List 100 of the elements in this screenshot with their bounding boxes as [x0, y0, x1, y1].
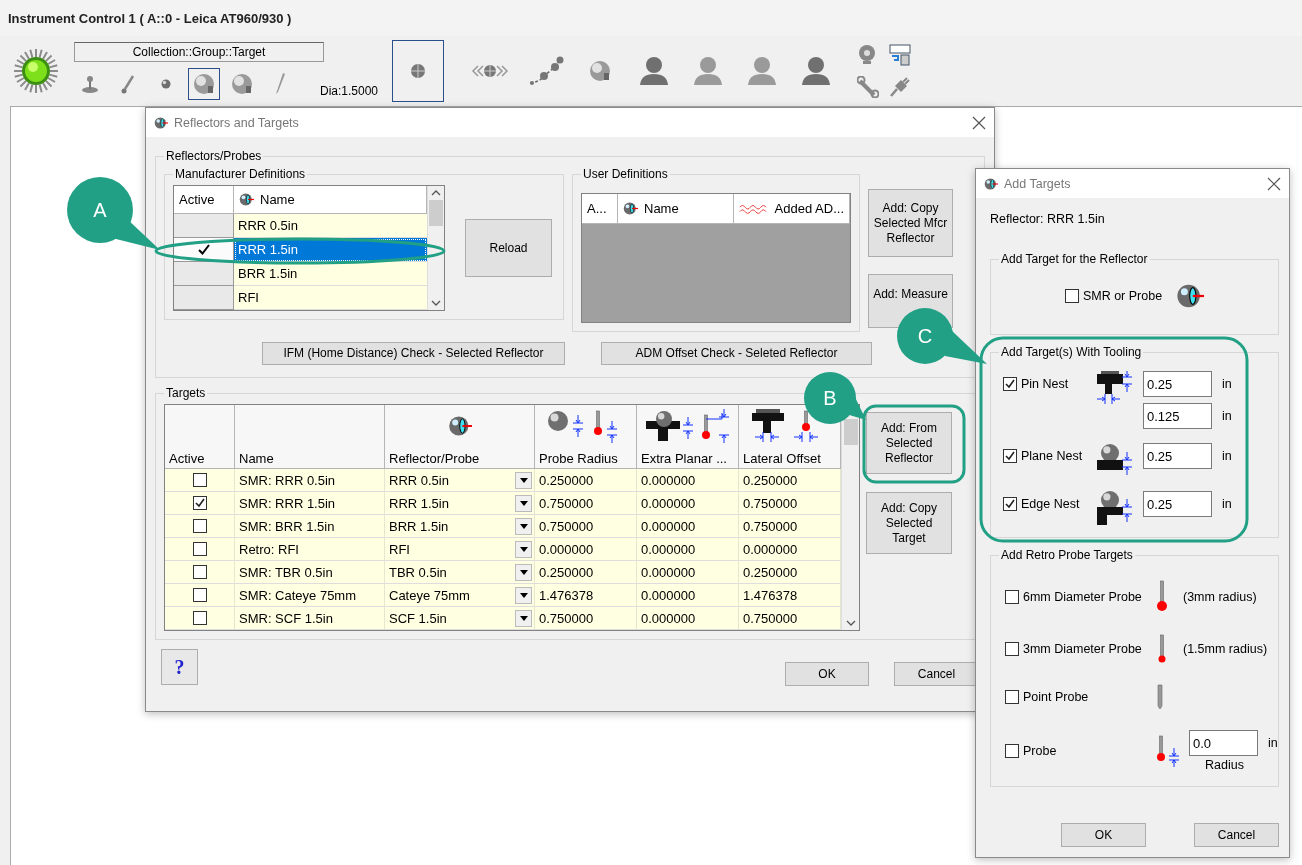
column-header[interactable]: Extra Planar ...	[637, 405, 739, 469]
person-icon	[746, 56, 779, 86]
checkbox[interactable]	[192, 565, 207, 579]
sphere-icon	[160, 78, 172, 90]
ok-button[interactable]: OK	[785, 662, 869, 686]
dropdown[interactable]: SCF 1.5in	[385, 607, 535, 630]
table-cell[interactable]: RFI	[234, 286, 427, 310]
dropdown[interactable]: RRR 0.5in	[385, 469, 535, 492]
probe-icon	[1155, 580, 1169, 614]
scrollbar[interactable]	[427, 186, 444, 310]
column-label: Extra Planar ...	[641, 451, 728, 466]
table-cell: 0.750000	[535, 492, 637, 515]
table-cell: 1.476378	[535, 584, 637, 607]
checkbox[interactable]	[1003, 449, 1017, 463]
dropdown-button[interactable]	[515, 494, 532, 512]
checkbox[interactable]	[1003, 497, 1017, 511]
scroll-down-icon[interactable]	[845, 620, 856, 627]
input-field[interactable]: 0.25	[1143, 443, 1212, 469]
checkbox[interactable]	[1005, 642, 1019, 656]
column-header[interactable]: Probe Radius	[535, 405, 637, 469]
dropdown[interactable]: RRR 1.5in	[385, 492, 535, 515]
reload-button[interactable]: Reload	[465, 219, 552, 277]
table-cell[interactable]: RRR 0.5in	[234, 214, 427, 238]
checkbox-label[interactable]: Pin Nest	[1003, 377, 1095, 391]
input-field[interactable]: 0.25	[1143, 491, 1212, 517]
scroll-up-icon[interactable]	[431, 189, 441, 196]
column-label: Name	[260, 192, 295, 207]
column-header[interactable]: Name	[235, 405, 385, 469]
dropdown[interactable]: RFI	[385, 538, 535, 561]
checkbox-label[interactable]: 6mm Diameter Probe	[1005, 590, 1155, 604]
table-cell: SMR: BRR 1.5in	[235, 515, 385, 538]
person-icon	[692, 56, 725, 86]
dropdown-button[interactable]	[515, 563, 532, 581]
input-field[interactable]: 0.25	[1143, 371, 1212, 397]
caret-icon	[519, 546, 528, 552]
table-cell: SMR: TBR 0.5in	[235, 561, 385, 584]
checkbox-label[interactable]: Plane Nest	[1003, 449, 1095, 463]
column-header[interactable]: Active	[165, 405, 235, 469]
dropdown-button[interactable]	[515, 517, 532, 535]
checkbox[interactable]	[192, 542, 207, 556]
column-header[interactable]: Lateral Offset	[739, 405, 841, 469]
table-cell: Retro: RFI	[235, 538, 385, 561]
column-header[interactable]: Active	[174, 186, 234, 214]
table-cell: 0.000000	[637, 515, 739, 538]
column-header[interactable]: Name	[618, 194, 734, 224]
checkbox[interactable]	[1005, 744, 1019, 758]
checkbox[interactable]	[192, 473, 207, 487]
add-button[interactable]: Add: Copy Selected Mfcr Reflector	[868, 189, 953, 257]
checkbox-label[interactable]: SMR or Probe	[1064, 289, 1163, 303]
toolbar-button[interactable]	[392, 40, 445, 102]
checkbox[interactable]	[192, 611, 207, 625]
pin-nest-icon	[1095, 371, 1135, 405]
add-button[interactable]: Add: Copy Selected Target	[866, 492, 952, 554]
checkbox[interactable]	[192, 496, 207, 510]
dropdown[interactable]: BRR 1.5in	[385, 515, 535, 538]
dropdown-button[interactable]	[515, 540, 532, 558]
check-button[interactable]: IFM (Home Distance) Check - Selected Reflector	[262, 342, 565, 365]
dropdown[interactable]: TBR 0.5in	[385, 561, 535, 584]
column-header[interactable]: A...	[582, 194, 618, 224]
dropdown[interactable]: Cateye 75mm	[385, 584, 535, 607]
active-cell[interactable]	[174, 214, 234, 238]
scroll-thumb[interactable]	[843, 419, 858, 445]
checkbox[interactable]	[192, 588, 207, 602]
checkbox-label[interactable]: Point Probe	[1005, 690, 1155, 704]
scroll-down-icon[interactable]	[431, 300, 441, 307]
column-header[interactable]: Reflector/Probe	[385, 405, 535, 469]
active-cell[interactable]	[174, 286, 234, 310]
checkbox-label[interactable]: Edge Nest	[1003, 497, 1095, 511]
table-cell: 0.000000	[637, 538, 739, 561]
table-cell[interactable]: BRR 1.5in	[234, 262, 427, 286]
checkbox[interactable]	[1003, 377, 1017, 391]
column-label: Active	[169, 451, 206, 466]
checkbox-label[interactable]: Probe	[1005, 744, 1155, 758]
input-field[interactable]: 0.0	[1189, 730, 1258, 756]
check-button[interactable]: ADM Offset Check - Seleted Reflector	[601, 342, 872, 365]
toolbar-button[interactable]	[188, 68, 220, 100]
close-icon[interactable]	[1267, 176, 1281, 191]
dropdown-button[interactable]	[515, 609, 532, 627]
checkbox[interactable]	[1005, 690, 1019, 704]
table-cell: SMR: SCF 1.5in	[235, 607, 385, 630]
input-field[interactable]: 0.125	[1143, 403, 1212, 429]
checkbox[interactable]	[1064, 289, 1079, 303]
group-label: Add Retro Probe Targets	[1000, 548, 1134, 562]
dropdown-button[interactable]	[515, 586, 532, 604]
dropdown-button[interactable]	[515, 471, 532, 489]
table-cell: 0.250000	[535, 561, 637, 584]
column-header[interactable]: Name	[234, 186, 427, 214]
cancel-button[interactable]: Cancel	[1194, 823, 1279, 847]
checkbox-label[interactable]: 3mm Diameter Probe	[1005, 642, 1155, 656]
help-button[interactable]: ?	[161, 649, 198, 685]
table-cell: 0.000000	[637, 607, 739, 630]
checkbox[interactable]	[192, 519, 207, 533]
column-header[interactable]: Added AD...	[734, 194, 850, 224]
ok-button[interactable]: OK	[1061, 823, 1146, 847]
column-label: Added AD...	[774, 201, 844, 216]
active-cell[interactable]	[174, 262, 234, 286]
checkbox[interactable]	[1005, 590, 1019, 604]
add-button[interactable]: Add: From Selected Reflector	[866, 412, 952, 474]
scroll-thumb[interactable]	[429, 200, 443, 226]
close-icon[interactable]	[972, 115, 986, 130]
